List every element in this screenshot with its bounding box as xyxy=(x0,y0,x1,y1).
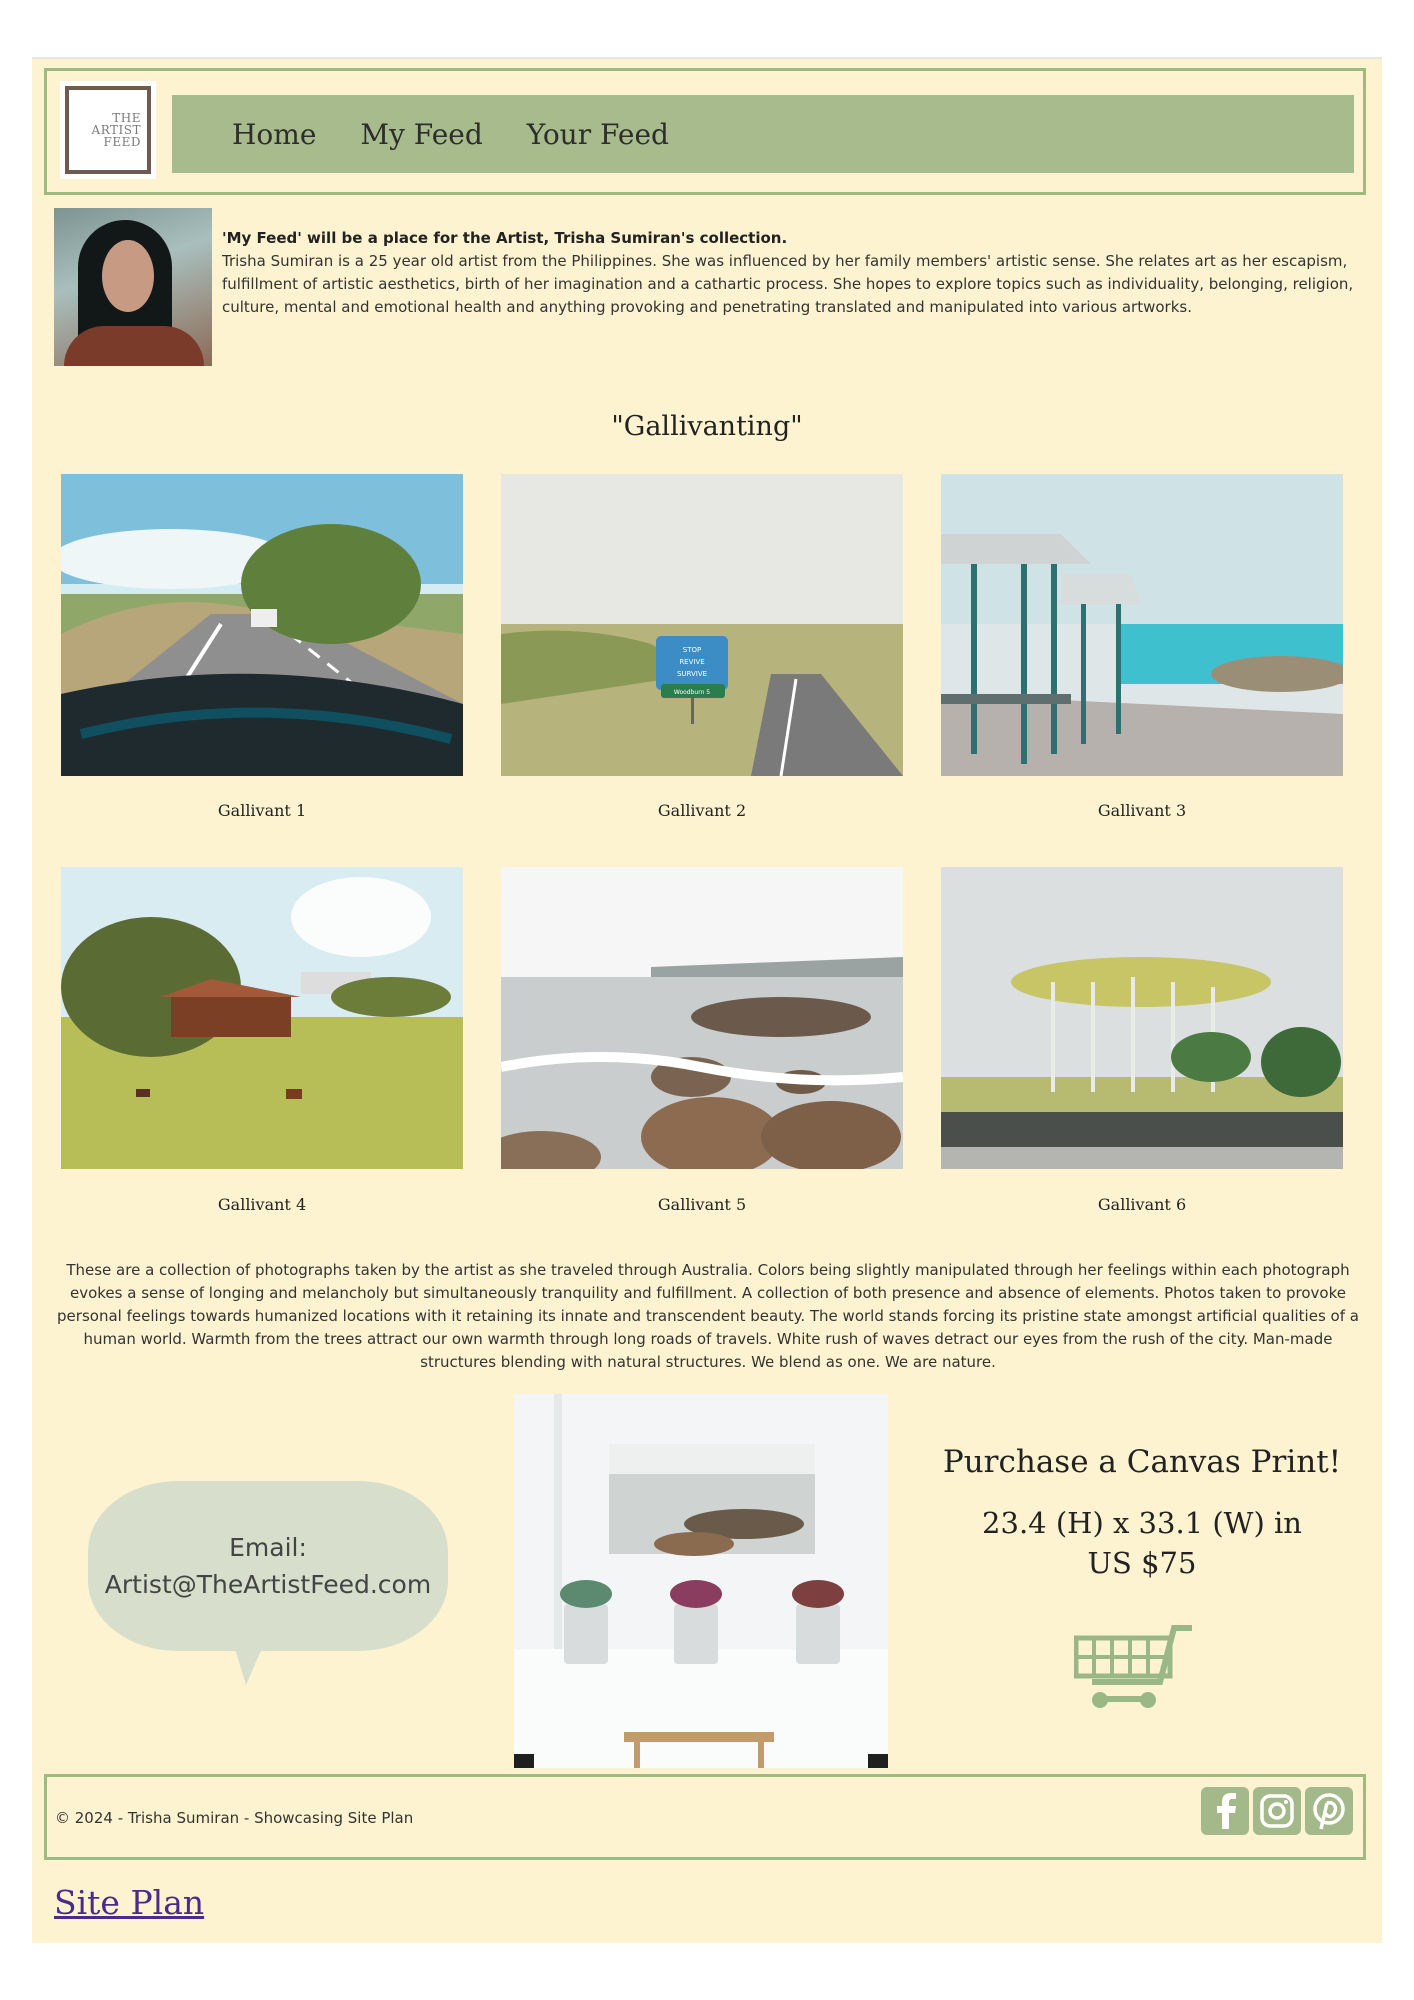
sign-line: Woodburn 5 xyxy=(674,689,710,696)
site-footer: © 2024 - Trisha Sumiran - Showcasing Sit… xyxy=(44,1774,1366,1860)
gallery-caption-1: Gallivant 1 xyxy=(217,801,307,820)
email-speech-bubble: Email: Artist@TheArtistFeed.com xyxy=(88,1481,448,1651)
intro-title: 'My Feed' will be a place for the Artist… xyxy=(222,229,788,247)
gallery-title: "Gallivanting" xyxy=(611,411,803,442)
site-header: THE ARTIST FEED Home My Feed Your Feed xyxy=(44,68,1366,195)
portrait-face xyxy=(102,240,154,312)
purchase-size: 23.4 (H) x 33.1 (W) in xyxy=(982,1506,1302,1540)
email-label: Email: xyxy=(229,1533,307,1562)
gallery-photo-6[interactable] xyxy=(941,867,1343,1169)
sign-line: STOP xyxy=(683,646,701,654)
instagram-icon[interactable] xyxy=(1253,1787,1301,1835)
purchase-price: US $75 xyxy=(1087,1546,1197,1580)
nav-link-your-feed[interactable]: Your Feed xyxy=(527,118,669,151)
gallery-photo-4[interactable] xyxy=(61,867,463,1169)
sign-line: REVIVE xyxy=(679,658,704,666)
gallery-photo-5[interactable] xyxy=(501,867,903,1169)
email-address[interactable]: Artist@TheArtistFeed.com xyxy=(105,1566,431,1603)
nav-link-my-feed[interactable]: My Feed xyxy=(360,118,482,151)
gallery-caption-6: Gallivant 6 xyxy=(1097,1195,1187,1214)
sign-line: SURVIVE xyxy=(677,670,707,678)
shopping-cart-icon[interactable] xyxy=(1073,1624,1194,1714)
portrait-shirt xyxy=(64,326,204,366)
gallery-caption-2: Gallivant 2 xyxy=(657,801,747,820)
canvas-print-mockup[interactable] xyxy=(514,1394,888,1768)
speech-bubble-tail xyxy=(232,1639,266,1685)
intro-text: Trisha Sumiran is a 25 year old artist f… xyxy=(222,252,1354,316)
navbar: Home My Feed Your Feed xyxy=(172,95,1354,173)
logo-frame: THE ARTIST FEED xyxy=(65,86,151,174)
gallery-photo-2[interactable]: STOP REVIVE SURVIVE Woodburn 5 xyxy=(501,474,903,776)
site-logo[interactable]: THE ARTIST FEED xyxy=(60,81,156,179)
gallery-caption-4: Gallivant 4 xyxy=(217,1195,307,1214)
site-plan-link[interactable]: Site Plan xyxy=(54,1883,204,1922)
gallery-photo-1[interactable] xyxy=(61,474,463,776)
gallery-photo-3[interactable] xyxy=(941,474,1343,776)
page: THE ARTIST FEED Home My Feed Your Feed '… xyxy=(32,57,1382,1943)
gallery-description: These are a collection of photographs ta… xyxy=(57,1261,1359,1371)
purchase-title: Purchase a Canvas Print! xyxy=(942,1444,1342,1480)
pinterest-icon[interactable] xyxy=(1305,1787,1353,1835)
gallery-caption-5: Gallivant 5 xyxy=(657,1195,747,1214)
logo-line: FEED xyxy=(103,135,141,149)
copyright-text: © 2024 - Trisha Sumiran - Showcasing Sit… xyxy=(55,1809,414,1827)
gallery-caption-3: Gallivant 3 xyxy=(1097,801,1187,820)
nav-link-home[interactable]: Home xyxy=(232,118,316,151)
artist-portrait xyxy=(54,208,212,366)
facebook-icon[interactable] xyxy=(1201,1787,1249,1835)
